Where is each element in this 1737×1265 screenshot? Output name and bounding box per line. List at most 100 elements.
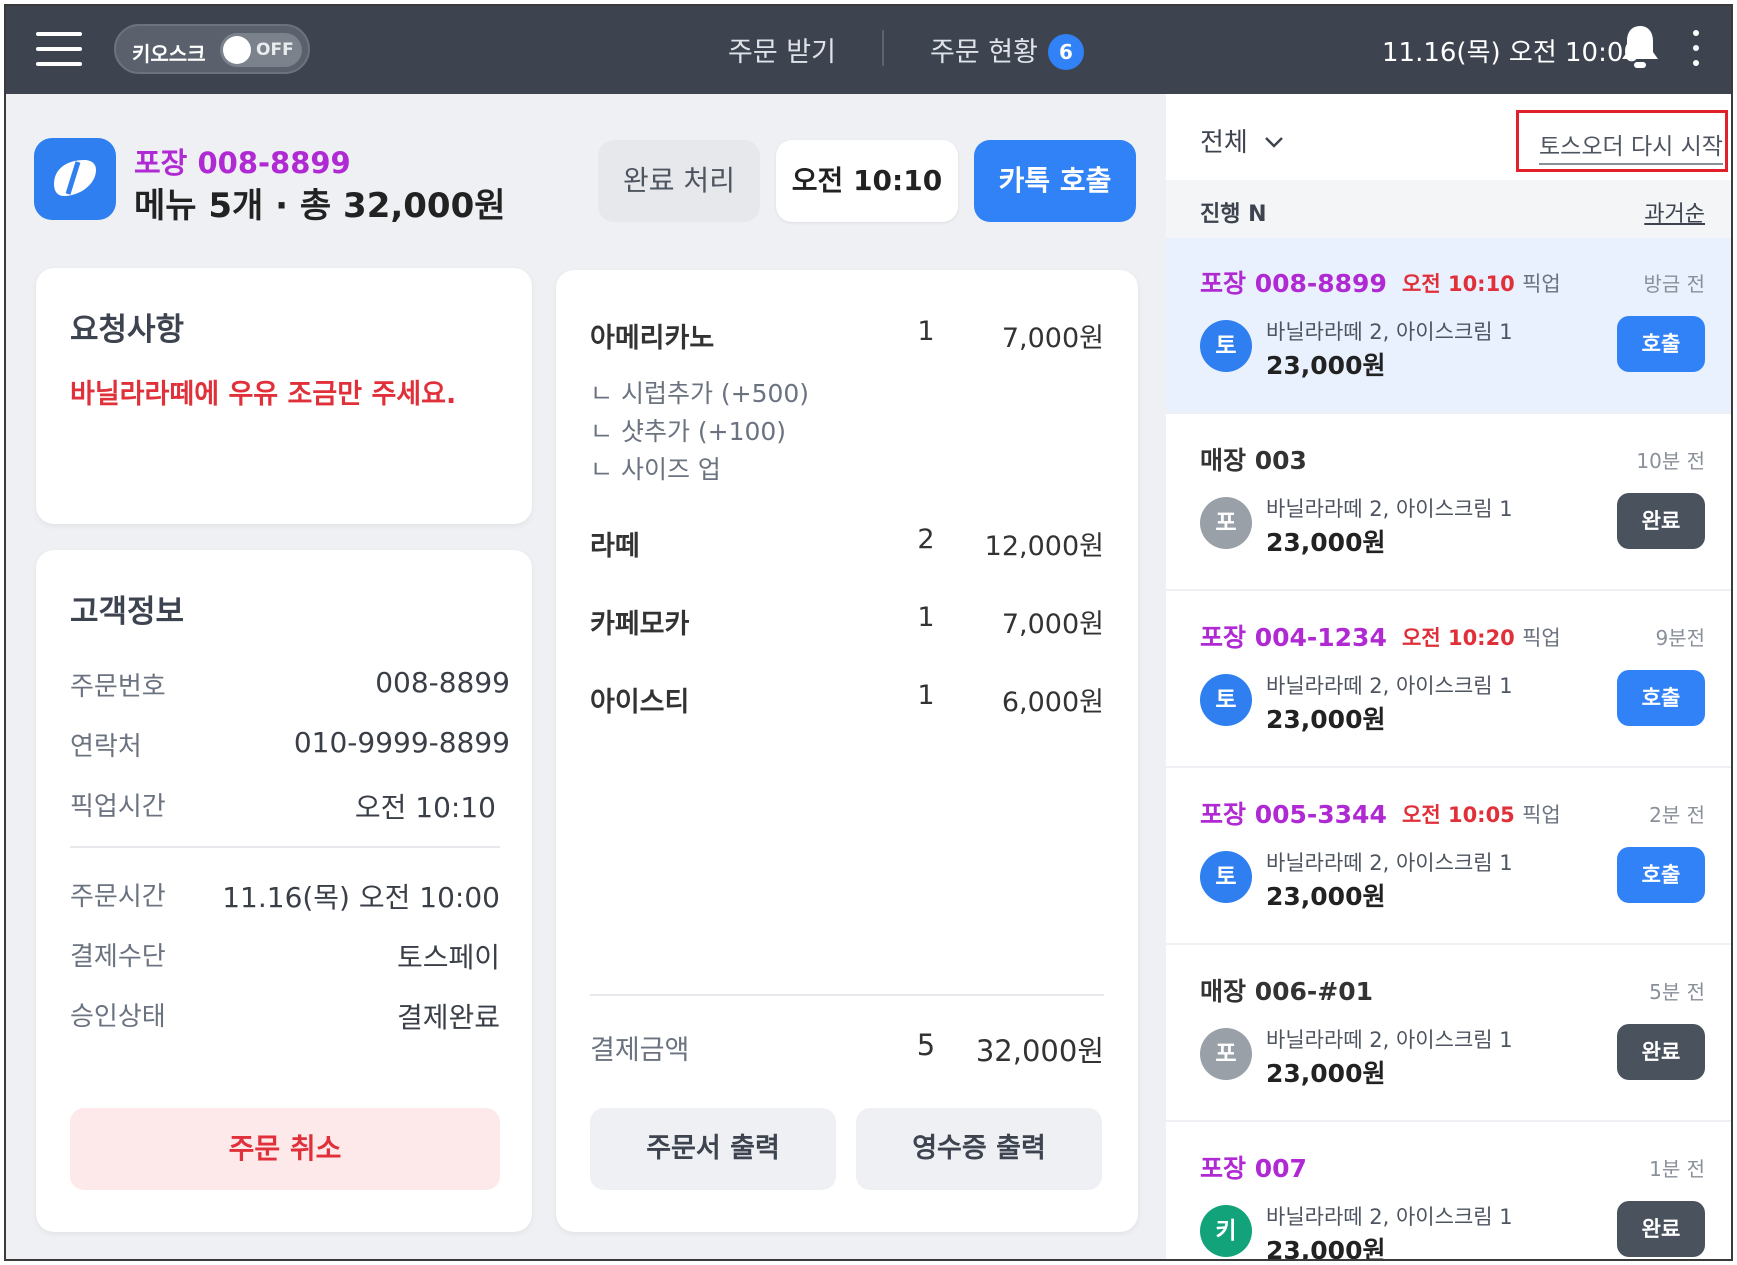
order-time-label: 주문시간 (70, 882, 166, 912)
total-price: 32,000원 (975, 1034, 1104, 1068)
order-list-item[interactable]: 포장 008-8899 오전 10:10 픽업 방금 전 토 바닐라라떼 2, 아이스크… (1166, 238, 1731, 414)
order-list-item[interactable]: 매장 003 10분 전 포 바닐라라떼 2, 아이스크림 1 23,000원 완료 (1166, 415, 1731, 591)
request-card: 요청사항 바닐라라떼에 우유 조금만 주세요. (36, 268, 532, 524)
item-qty: 2 (917, 524, 935, 555)
order-item-price: 23,000원 (1266, 1236, 1386, 1261)
item-name: 라떼 (590, 531, 640, 562)
call-button[interactable]: 호출 (1617, 670, 1705, 726)
complete-button[interactable]: 완료 (1617, 1201, 1705, 1257)
order-list-panel: 전체 토스오더 다시 시작 진행 N 과거순 포장 008-8899 오전 10:… (1166, 94, 1731, 1261)
order-list-item[interactable]: 포장 007 1분 전 키 바닐라라떼 2, 아이스크림 1 23,000원 완료 (1166, 1123, 1731, 1261)
channel-avatar: 토 (1200, 674, 1252, 726)
contact-value: 010-9999-8899 (293, 726, 510, 759)
status-count-badge: 6 (1047, 34, 1084, 70)
restart-toss-order-button[interactable]: 토스오더 다시 시작 (1516, 110, 1728, 172)
order-list-item[interactable]: 포장 004-1234 오전 10:20 픽업 9분전 토 바닐라라떼 2, 아이스크림… (1166, 592, 1731, 768)
order-item-elapsed: 10분 전 (1636, 449, 1705, 473)
pickup-time: 오전 10:10 (1402, 272, 1515, 296)
item-price: 7,000원 (1001, 609, 1104, 640)
total-label: 결제금액 (590, 1035, 690, 1066)
request-title: 요청사항 (70, 312, 185, 348)
order-item-title: 포장 005-3344 (1200, 800, 1387, 829)
customer-info-card: 고객정보 주문번호 008-8899 연락처 010-9999-8899 픽업시… (36, 550, 532, 1232)
total-qty: 5 (916, 1028, 936, 1062)
item-option: ㄴ 시럽추가 (+500) (590, 379, 810, 408)
order-number-value: 008-8899 (375, 666, 510, 699)
item-price: 6,000원 (1001, 687, 1104, 718)
order-item-price: 23,000원 (1266, 1059, 1386, 1088)
order-item-pickup: 오전 10:05 픽업 (1402, 799, 1561, 829)
item-price: 7,000원 (1001, 323, 1104, 354)
request-text: 바닐라라떼에 우유 조금만 주세요. (70, 379, 457, 410)
pickup-suffix: 픽업 (1522, 803, 1561, 827)
order-item-elapsed: 2분 전 (1649, 803, 1705, 827)
complete-button[interactable]: 완료 (1617, 1024, 1705, 1080)
toggle-knob (223, 36, 251, 64)
call-button[interactable]: 호출 (1617, 316, 1705, 372)
call-button[interactable]: 호출 (1617, 847, 1705, 903)
order-item-title: 매장 006-#01 (1200, 977, 1374, 1006)
item-name: 카페모카 (590, 609, 690, 640)
item-qty: 1 (917, 680, 935, 711)
list-section-header: 진행 N 과거순 (1166, 180, 1731, 238)
order-item-pickup: 오전 10:10 픽업 (1402, 268, 1561, 298)
order-item-title: 매장 003 (1200, 446, 1307, 475)
toss-order-logo-icon (34, 138, 116, 220)
restart-label: 토스오더 다시 시작 (1539, 127, 1723, 165)
item-option: ㄴ 샷추가 (+100) (590, 417, 787, 446)
pickup-time: 오전 10:20 (1402, 626, 1515, 650)
kiosk-switch: 키오스크 OFF (114, 24, 310, 74)
cancel-order-button[interactable]: 주문 취소 (70, 1108, 500, 1190)
tab-receive-orders[interactable]: 주문 받기 (728, 30, 836, 69)
channel-avatar: 포 (1200, 497, 1252, 549)
pickup-time: 오전 10:05 (1402, 803, 1515, 827)
kakao-call-button[interactable]: 카톡 호출 (974, 140, 1136, 222)
in-progress-label: 진행 N (1200, 202, 1267, 227)
order-item-elapsed: 5분 전 (1649, 980, 1705, 1004)
order-item-title: 포장 007 (1200, 1154, 1307, 1183)
order-item-title: 포장 004-1234 (1200, 623, 1387, 652)
order-items-card: 아메리카노 1 7,000원 ㄴ 시럽추가 (+500) ㄴ 샷추가 (+100… (556, 270, 1138, 1232)
item-name: 아메리카노 (590, 323, 715, 354)
menu-icon[interactable] (36, 32, 82, 66)
order-item-menu: 바닐라라떼 2, 아이스크림 1 (1266, 1028, 1513, 1052)
order-item-price: 23,000원 (1266, 882, 1386, 911)
print-receipt-button[interactable]: 영수증 출력 (856, 1108, 1102, 1190)
order-item-price: 23,000원 (1266, 705, 1386, 734)
order-item-menu: 바닐라라떼 2, 아이스크림 1 (1266, 320, 1513, 344)
complete-order-button[interactable]: 완료 처리 (598, 140, 760, 222)
order-item-price: 23,000원 (1266, 351, 1386, 380)
kiosk-toggle[interactable]: OFF (220, 33, 302, 67)
tab-order-status[interactable]: 주문 현황 6 (930, 30, 1084, 70)
top-bar: 키오스크 OFF 주문 받기 주문 현황 6 11.16(목) 오전 10:00 (6, 6, 1731, 94)
sort-oldest-link[interactable]: 과거순 (1644, 196, 1705, 228)
more-vertical-icon[interactable] (1690, 28, 1702, 68)
order-list-item[interactable]: 매장 006-#01 5분 전포 바닐라라떼 2, 아이스크림 1 23,000원 완료 (1166, 946, 1731, 1122)
item-name: 아이스티 (590, 687, 690, 718)
item-option: ㄴ 사이즈 업 (590, 455, 721, 484)
pickup-time-button[interactable]: 오전 10:10 (776, 140, 958, 222)
bell-icon[interactable] (1620, 24, 1660, 70)
order-item-elapsed: 9분전 (1655, 626, 1705, 650)
info-divider (70, 846, 500, 848)
channel-avatar: 포 (1200, 1028, 1252, 1080)
payment-method-value: 토스페이 (396, 941, 500, 974)
chevron-down-icon (1265, 137, 1283, 148)
order-item-price: 23,000원 (1266, 528, 1386, 557)
order-item-elapsed: 방금 전 (1643, 272, 1705, 296)
complete-button[interactable]: 완료 (1617, 493, 1705, 549)
customer-info-title: 고객정보 (70, 594, 185, 630)
order-list-item[interactable]: 포장 005-3344 오전 10:05 픽업 2분 전 토 바닐라라떼 2, 아이스크… (1166, 769, 1731, 945)
order-item-menu: 바닐라라떼 2, 아이스크림 1 (1266, 1205, 1513, 1229)
print-order-button[interactable]: 주문서 출력 (590, 1108, 836, 1190)
pickup-time-label: 픽업시간 (70, 792, 166, 822)
channel-avatar: 토 (1200, 320, 1252, 372)
pickup-time-value: 오전 10:10 (354, 791, 496, 824)
contact-label: 연락처 (70, 732, 142, 762)
filter-dropdown[interactable]: 전체 (1200, 122, 1284, 159)
current-datetime: 11.16(목) 오전 10:00 (1382, 38, 1640, 68)
toggle-state: OFF (256, 40, 294, 60)
item-qty: 1 (917, 602, 935, 633)
channel-avatar: 키 (1200, 1205, 1252, 1257)
order-number-label: 주문번호 (70, 672, 166, 702)
